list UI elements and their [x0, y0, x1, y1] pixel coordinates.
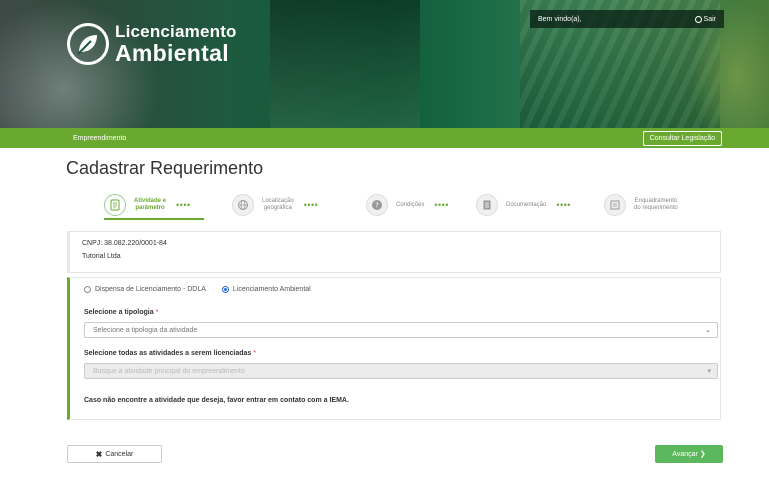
- step-label-line1: Enquadramento: [634, 198, 678, 204]
- next-button-label: Avançar: [672, 450, 698, 458]
- atividades-search-select[interactable]: Busque a atividade principal do empreend…: [84, 363, 718, 379]
- cancel-button[interactable]: ✖ Cancelar: [67, 445, 162, 463]
- radio-licenciamento-ambiental[interactable]: [221, 286, 229, 293]
- close-icon: ✖: [95, 449, 103, 459]
- step-connector: ••••: [556, 200, 571, 210]
- step-label-line2: geográfica: [263, 205, 292, 211]
- licensing-type-radio-group: Dispensa de Licenciamento - DDLA Licenci…: [84, 286, 311, 293]
- step-label-line1: Condições: [396, 201, 425, 208]
- app-logo[interactable]: Licenciamento Ambiental: [67, 23, 237, 65]
- step-classification[interactable]: Enquadramento do requerimento: [604, 194, 678, 216]
- step-label-line2: do requerimento: [634, 205, 678, 211]
- tipologia-select-value: Selecione a tipologia da atividade: [93, 326, 198, 334]
- step-location[interactable]: Localização geográfica ••••: [232, 194, 318, 216]
- company-info-card: CNPJ: 38.082.220/0001-84 Tutorial Ltda: [67, 231, 721, 273]
- section-navbar: Empreendimento Consultar Legislação: [0, 128, 769, 148]
- logout-button[interactable]: Sair: [694, 15, 716, 23]
- user-bar: Bem vindo(a), Sair: [530, 10, 724, 28]
- header-banner: Licenciamento Ambiental Bem vindo(a), Sa…: [0, 0, 769, 128]
- nav-section-label[interactable]: Empreendimento: [73, 135, 126, 142]
- logo-title-line1: Licenciamento: [115, 22, 237, 41]
- step-label-line2: parâmetro: [135, 205, 165, 211]
- page: Licenciamento Ambiental Bem vindo(a), Sa…: [0, 0, 769, 483]
- radio-ddla[interactable]: [84, 286, 91, 293]
- active-step-indicator: [104, 218, 204, 220]
- chevron-down-icon: ⌄: [705, 327, 711, 334]
- chevron-down-icon: ▾: [707, 368, 711, 375]
- atividades-label: Selecione todas as atividades a serem li…: [84, 350, 256, 357]
- contact-notice: Caso não encontre a atividade que deseja…: [84, 397, 349, 404]
- file-icon: [476, 194, 498, 216]
- chevron-right-icon: ❯: [699, 451, 706, 458]
- step-connector: ••••: [176, 200, 191, 210]
- page-title: Cadastrar Requerimento: [66, 158, 264, 178]
- document-icon: [104, 194, 126, 216]
- step-label-line1: Documentação: [506, 201, 547, 208]
- logout-label: Sair: [703, 15, 716, 23]
- step-connector: ••••: [434, 200, 449, 210]
- activity-form-card: Dispensa de Licenciamento - DDLA Licenci…: [67, 277, 721, 420]
- step-label-line1: Localização: [262, 198, 294, 204]
- step-activity[interactable]: Atividade e parâmetro ••••: [104, 194, 204, 220]
- tipologia-select[interactable]: Selecione a tipologia da atividade ⌄: [84, 322, 718, 338]
- company-cnpj: CNPJ: 38.082.220/0001-84: [82, 240, 167, 247]
- cancel-button-label: Cancelar: [105, 450, 134, 458]
- step-conditions[interactable]: ? Condições ••••: [366, 194, 449, 216]
- tipologia-label: Selecione a tipologia *: [84, 309, 159, 316]
- svg-text:?: ?: [375, 202, 379, 210]
- step-documentation[interactable]: Documentação ••••: [476, 194, 571, 216]
- wizard-stepper: Atividade e parâmetro •••• Localização g…: [104, 194, 704, 222]
- radio-ddla-label[interactable]: Dispensa de Licenciamento - DDLA: [95, 286, 206, 293]
- next-button[interactable]: Avançar ❯: [655, 445, 723, 463]
- step-label-line1: Atividade e: [134, 198, 167, 204]
- globe-icon: [232, 194, 254, 216]
- power-icon: [694, 15, 702, 23]
- step-connector: ••••: [303, 200, 319, 210]
- company-name: Tutorial Ltda: [82, 253, 121, 260]
- radio-licenciamento-label[interactable]: Licenciamento Ambiental: [233, 286, 311, 293]
- welcome-text: Bem vindo(a),: [538, 15, 582, 23]
- checklist-icon: [604, 194, 626, 216]
- logo-title-line2: Ambiental: [115, 40, 229, 66]
- question-icon: ?: [366, 194, 388, 216]
- consult-legislation-button[interactable]: Consultar Legislação: [642, 130, 722, 146]
- leaf-icon: [67, 23, 109, 65]
- atividades-select-placeholder: Busque a atividade principal do empreend…: [93, 367, 245, 375]
